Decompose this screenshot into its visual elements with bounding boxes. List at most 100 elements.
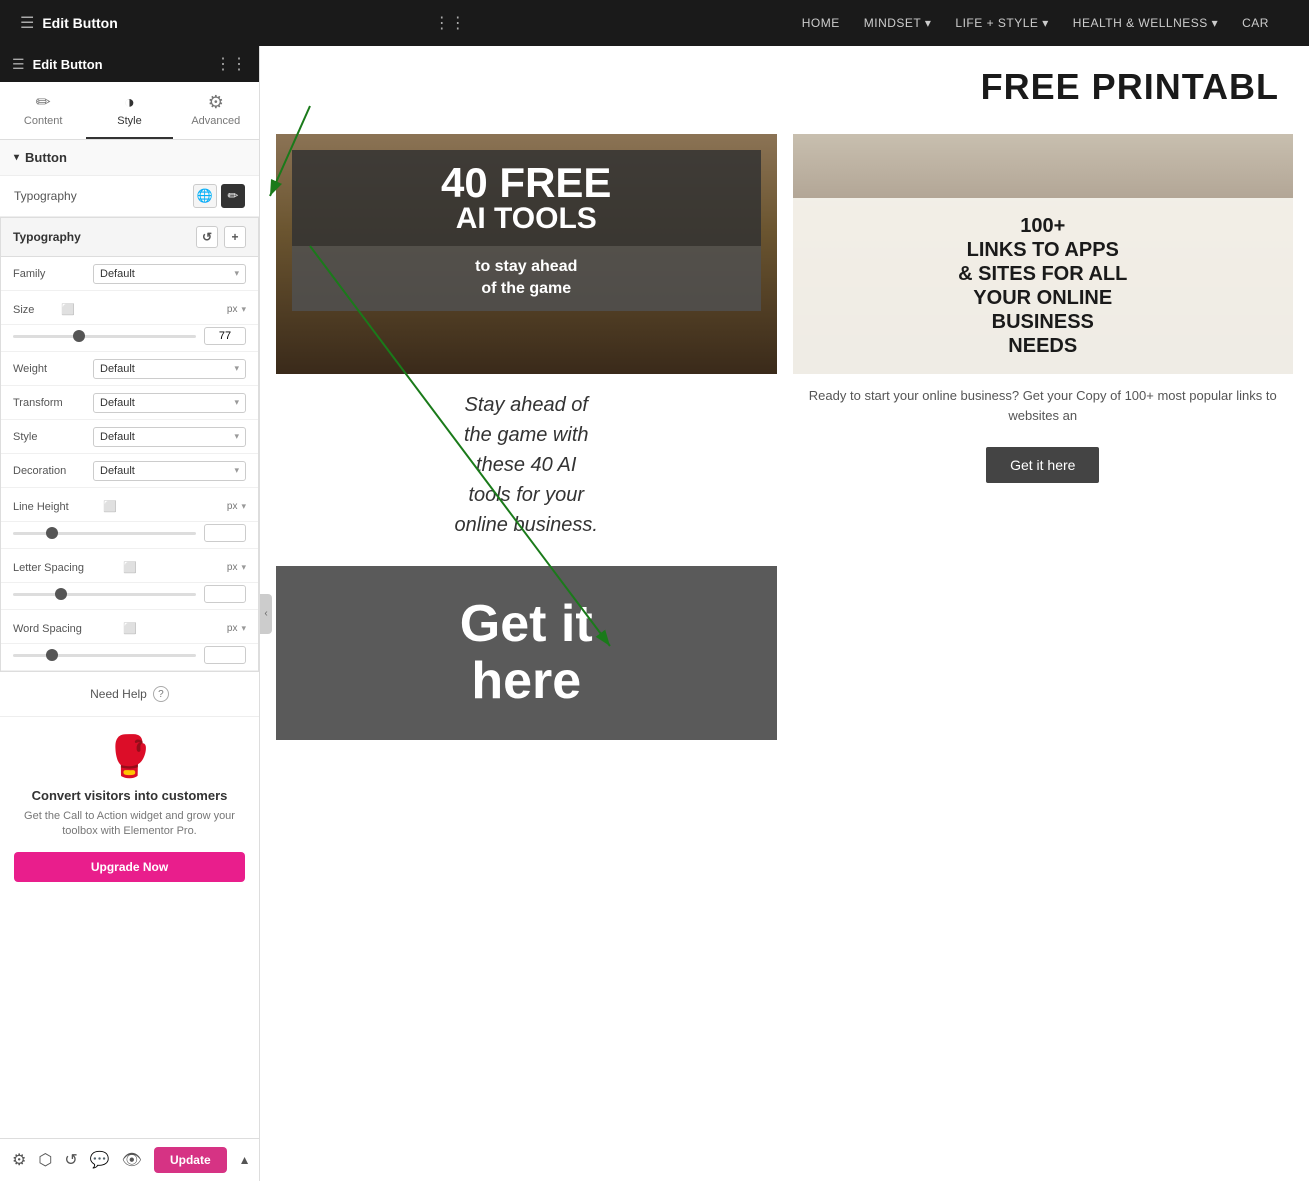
decoration-select[interactable]: Default ▾ [93,461,246,481]
size-slider-row: 77 [1,325,258,352]
edit-typography-btn[interactable]: ✏ [221,184,245,208]
main-area: ☰ Edit Button ⋮⋮ ✏ Content ◑ Style [0,46,1309,1181]
bottom-history-icon[interactable]: ↺ [64,1150,77,1170]
nav-home[interactable]: HOME [802,16,840,30]
get-it-here-button[interactable]: Get it here [986,447,1099,483]
grid-dots-icon[interactable]: ⋮⋮ [215,54,247,74]
size-unit: px [227,304,238,315]
section-collapse-arrow: ▾ [14,152,19,163]
weight-row: Weight Default ▾ [1,352,258,386]
line-height-unit-arrow[interactable]: ▾ [241,501,246,512]
hamburger-icon[interactable]: ☰ [20,13,34,33]
letter-spacing-slider-row [1,583,258,610]
hero-title: FREE PRINTABL [290,66,1279,108]
tab-style-label: Style [117,115,141,127]
size-slider-thumb[interactable] [73,330,85,342]
card-2-text: Ready to start your online business? Get… [793,374,1294,437]
add-typography-btn[interactable]: + [224,226,246,248]
bottom-comments-icon[interactable]: 💬 [90,1150,110,1170]
promo-section: 🥊 Convert visitors into customers Get th… [0,716,259,898]
sidebar-hamburger-icon[interactable]: ☰ [12,56,25,73]
size-slider[interactable] [13,328,196,344]
transform-row: Transform Default ▾ [1,386,258,420]
family-label: Family [13,268,93,280]
sidebar-tabs: ✏ Content ◑ Style ⚙ Advanced [0,82,259,140]
weight-select[interactable]: Default ▾ [93,359,246,379]
promo-desc: Get the Call to Action widget and grow y… [14,809,245,840]
grid-icon[interactable]: ⋮⋮ [434,13,466,33]
nav-mindset[interactable]: MINDSET ▾ [864,16,932,30]
cta-preview: Get ithere [276,566,777,740]
decoration-arrow-icon: ▾ [234,465,239,476]
line-height-slider-thumb[interactable] [46,527,58,539]
sidebar-header: ☰ Edit Button ⋮⋮ [0,46,259,82]
reset-typography-btn[interactable]: ↺ [196,226,218,248]
content-area: FREE PRINTABL 40 FREE [260,46,1309,1181]
sidebar-wrapper: ☰ Edit Button ⋮⋮ ✏ Content ◑ Style [0,46,260,1181]
tab-advanced[interactable]: ⚙ Advanced [173,82,259,139]
letter-spacing-slider[interactable] [13,586,196,602]
transform-arrow-icon: ▾ [234,397,239,408]
line-height-slider-row [1,522,258,549]
card-1-image: 40 FREE AI TOOLS to stay aheadof the gam… [276,134,777,374]
button-section-header[interactable]: ▾ Button [0,140,259,176]
size-device-icon: ⬜ [61,303,75,316]
card-2-title: 100+LINKS TO APPS& SITES FOR ALLYOUR ONL… [809,214,1278,358]
style-select[interactable]: Default ▾ [93,427,246,447]
size-unit-arrow[interactable]: ▾ [241,304,246,315]
style-icon: ◑ [86,92,172,113]
bottom-preview-icon[interactable]: 👁 [122,1150,142,1170]
line-height-label: Line Height [13,501,103,513]
tab-content-label: Content [24,115,63,127]
nav-life-style[interactable]: LIFE + STYLE ▾ [955,16,1048,30]
letter-spacing-device-icon: ⬜ [123,561,137,574]
content-icon: ✏ [0,92,86,113]
tab-style[interactable]: ◑ Style [86,82,172,139]
nav-health[interactable]: HEALTH & WELLNESS ▾ [1073,16,1218,30]
word-spacing-slider[interactable] [13,647,196,663]
letter-spacing-input[interactable] [204,585,246,603]
nav-car[interactable]: CAR [1242,16,1269,30]
tab-advanced-label: Advanced [191,115,240,127]
advanced-icon: ⚙ [173,92,259,113]
word-spacing-slider-row [1,644,258,671]
need-help-row[interactable]: Need Help ? [0,672,259,716]
nav-title: Edit Button [42,15,117,31]
letter-spacing-slider-thumb[interactable] [55,588,67,600]
transform-select[interactable]: Default ▾ [93,393,246,413]
overlay-number: 40 FREE [308,162,745,204]
letter-spacing-row: Letter Spacing ⬜ px ▾ [1,549,258,583]
website-hero: FREE PRINTABL [260,46,1309,118]
word-spacing-slider-thumb[interactable] [46,649,58,661]
sidebar-header-icons: ⋮⋮ [215,54,247,74]
size-input[interactable]: 77 [204,327,246,345]
bottom-settings-icon[interactable]: ⚙ [12,1150,26,1170]
letter-spacing-unit-arrow[interactable]: ▾ [241,562,246,573]
sidebar-collapse-handle[interactable]: ‹ [260,594,272,634]
line-height-input[interactable] [204,524,246,542]
family-arrow-icon: ▾ [234,268,239,279]
weight-label: Weight [13,363,93,375]
transform-value: Default [100,397,135,409]
family-value: Default [100,268,135,280]
line-height-row: Line Height ⬜ px ▾ [1,488,258,522]
letter-spacing-label: Letter Spacing [13,562,123,574]
style-label: Style [13,431,93,443]
line-height-slider[interactable] [13,525,196,541]
overlay-desc: to stay aheadof the game [306,256,747,301]
tab-content[interactable]: ✏ Content [0,82,86,139]
word-spacing-input[interactable] [204,646,246,664]
need-help-label: Need Help [90,687,147,701]
size-label: Size [13,304,61,316]
upgrade-now-button[interactable]: Upgrade Now [14,852,245,882]
decoration-label: Decoration [13,465,93,477]
global-typography-btn[interactable]: 🌐 [193,184,217,208]
bottom-layers-icon[interactable]: ⬡ [38,1150,52,1170]
update-caret-icon[interactable]: ▲ [239,1153,251,1167]
panel-actions: ↺ + [196,226,246,248]
family-select[interactable]: Default ▾ [93,264,246,284]
word-spacing-unit-arrow[interactable]: ▾ [241,623,246,634]
update-button[interactable]: Update [154,1147,227,1173]
weight-arrow-icon: ▾ [234,363,239,374]
weight-value: Default [100,363,135,375]
